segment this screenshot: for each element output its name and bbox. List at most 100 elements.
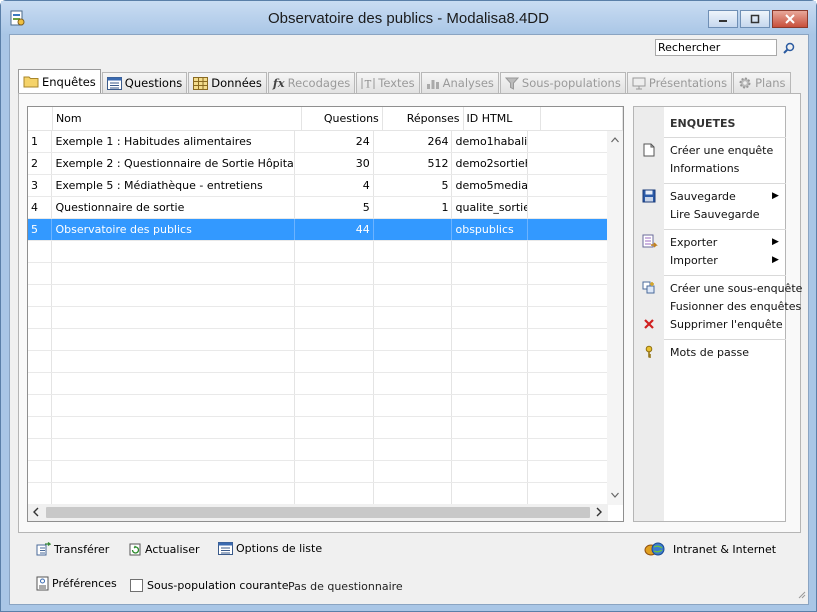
scroll-down-icon[interactable] <box>611 490 619 501</box>
table-row[interactable]: 1 Exemple 1 : Habitudes alimentaires 24 … <box>28 131 609 153</box>
enquetes-table: Nom Questions Réponses ID HTML 1 Exemple… <box>27 106 624 522</box>
tab-analyses[interactable]: Analyses <box>420 72 499 93</box>
divider <box>664 339 786 340</box>
maximize-button[interactable] <box>740 10 770 28</box>
row-number: 4 <box>28 197 53 218</box>
column-header-id-html[interactable]: ID HTML <box>464 107 542 130</box>
enquetes-actions-panel: ENQUETES Créer une enquête Informations … <box>633 106 802 522</box>
cell-id-html: obspublics <box>452 219 529 240</box>
table-row-empty <box>28 395 609 417</box>
enquetes-panel: Nom Questions Réponses ID HTML 1 Exemple… <box>18 93 802 533</box>
tab-donnees[interactable]: Données <box>188 72 267 93</box>
filter-icon <box>504 77 519 90</box>
search-bar <box>655 39 795 56</box>
divider <box>664 229 786 230</box>
importer-menu[interactable]: Importer <box>670 254 718 267</box>
submenu-arrow-icon: ▶ <box>772 237 779 247</box>
table-header: Nom Questions Réponses ID HTML <box>28 107 623 131</box>
globe-icon <box>643 541 667 557</box>
table-row-empty <box>28 351 609 373</box>
creer-sous-enquete-link[interactable]: Créer une sous-enquête <box>670 282 802 295</box>
vertical-scrollbar[interactable] <box>607 131 623 505</box>
submenu-arrow-icon: ▶ <box>772 191 779 201</box>
column-header-extra[interactable] <box>541 107 623 130</box>
options-liste-button[interactable]: Options de liste <box>218 542 322 555</box>
table-row-empty <box>28 285 609 307</box>
tab-presentations[interactable]: Présentations <box>626 72 733 93</box>
column-header-reponses[interactable]: Réponses <box>383 107 464 130</box>
cell-extra <box>528 175 609 196</box>
tab-recodages[interactable]: fx Recodages <box>267 72 356 93</box>
creer-enquete-link[interactable]: Créer une enquête <box>670 144 773 157</box>
cell-nom: Exemple 5 : Médiathèque - entretiens <box>52 175 296 196</box>
table-row[interactable]: 4 Questionnaire de sortie 5 1 qualite_so… <box>28 197 609 219</box>
fx-icon: fx <box>272 76 285 90</box>
table-row[interactable]: 2 Exemple 2 : Questionnaire de Sortie Hô… <box>28 153 609 175</box>
mots-de-passe-link[interactable]: Mots de passe <box>670 346 749 359</box>
table-row[interactable]: 3 Exemple 5 : Médiathèque - entretiens 4… <box>28 175 609 197</box>
table-row-empty <box>28 417 609 439</box>
table-row-empty <box>28 241 609 263</box>
tab-questions[interactable]: Questions <box>101 72 188 93</box>
tab-sous-populations[interactable]: Sous-populations <box>499 72 626 93</box>
questions-list-icon <box>106 76 122 90</box>
tab-plans[interactable]: Plans <box>733 72 791 93</box>
scroll-up-icon[interactable] <box>611 135 619 146</box>
search-input[interactable] <box>655 39 777 56</box>
minimize-icon <box>719 20 727 22</box>
intranet-internet-button[interactable]: Intranet & Internet <box>643 541 776 557</box>
sous-population-courante-checkbox[interactable]: Sous-population courante <box>130 579 288 592</box>
sub-survey-icon <box>642 281 656 295</box>
transfer-icon <box>36 542 51 556</box>
table-row-selected[interactable]: 5 Observatoire des publics 44 obspublics <box>28 219 609 241</box>
save-icon <box>642 189 656 203</box>
actualiser-button[interactable]: Actualiser <box>128 542 200 556</box>
fusionner-enquetes-link[interactable]: Fusionner des enquêtes <box>670 300 801 313</box>
pas-de-questionnaire-label: Pas de questionnaire <box>288 580 403 593</box>
cell-reponses <box>374 219 453 240</box>
cell-extra <box>528 197 609 218</box>
title-bar[interactable]: Observatoire des publics - Modalisa8.4DD <box>1 1 816 35</box>
scroll-right-icon[interactable] <box>596 507 602 520</box>
table-row-empty <box>28 329 609 351</box>
sauvegarde-menu[interactable]: Sauvegarde <box>670 190 736 203</box>
checkbox-box[interactable] <box>130 579 143 592</box>
export-icon <box>642 234 658 248</box>
close-button[interactable] <box>772 10 808 28</box>
informations-link[interactable]: Informations <box>670 162 739 175</box>
close-icon <box>785 14 795 24</box>
cell-id-html: demo5mediat... <box>452 175 529 196</box>
search-icon[interactable] <box>783 42 795 54</box>
resize-grip-icon[interactable] <box>796 589 806 602</box>
preferences-button[interactable]: Préférences <box>36 576 117 591</box>
cell-questions: 30 <box>295 153 374 174</box>
column-header-nom[interactable]: Nom <box>53 107 303 130</box>
cell-id-html: demo1habalim <box>452 131 529 152</box>
scroll-left-icon[interactable] <box>33 507 39 520</box>
tab-enquetes[interactable]: Enquêtes <box>18 69 101 93</box>
cell-id-html: qualite_sortie <box>452 197 529 218</box>
cell-extra <box>528 219 609 240</box>
lire-sauvegarde-link[interactable]: Lire Sauvegarde <box>670 208 760 221</box>
cell-questions: 4 <box>295 175 374 196</box>
minimize-button[interactable] <box>708 10 738 28</box>
horizontal-scroll-thumb[interactable] <box>46 507 590 518</box>
gear-icon <box>738 76 752 90</box>
exporter-menu[interactable]: Exporter <box>670 236 717 249</box>
supprimer-enquete-link[interactable]: Supprimer l'enquête <box>670 318 783 331</box>
bar-chart-icon <box>426 77 440 90</box>
cell-id-html: demo2sortieh... <box>452 153 529 174</box>
new-document-icon <box>642 143 656 157</box>
transferer-button[interactable]: Transférer <box>36 542 109 556</box>
column-header-questions[interactable]: Questions <box>302 107 383 130</box>
tab-textes[interactable]: T Textes <box>356 72 420 93</box>
cell-nom: Exemple 2 : Questionnaire de Sortie Hôpi… <box>52 153 296 174</box>
column-header-index[interactable] <box>28 107 53 130</box>
list-options-icon <box>218 542 233 555</box>
table-row-empty <box>28 263 609 285</box>
cell-extra <box>528 131 609 152</box>
horizontal-scrollbar[interactable] <box>28 504 608 521</box>
key-icon <box>642 345 656 359</box>
cell-questions: 5 <box>295 197 374 218</box>
window-title: Observatoire des publics - Modalisa8.4DD <box>268 10 549 27</box>
